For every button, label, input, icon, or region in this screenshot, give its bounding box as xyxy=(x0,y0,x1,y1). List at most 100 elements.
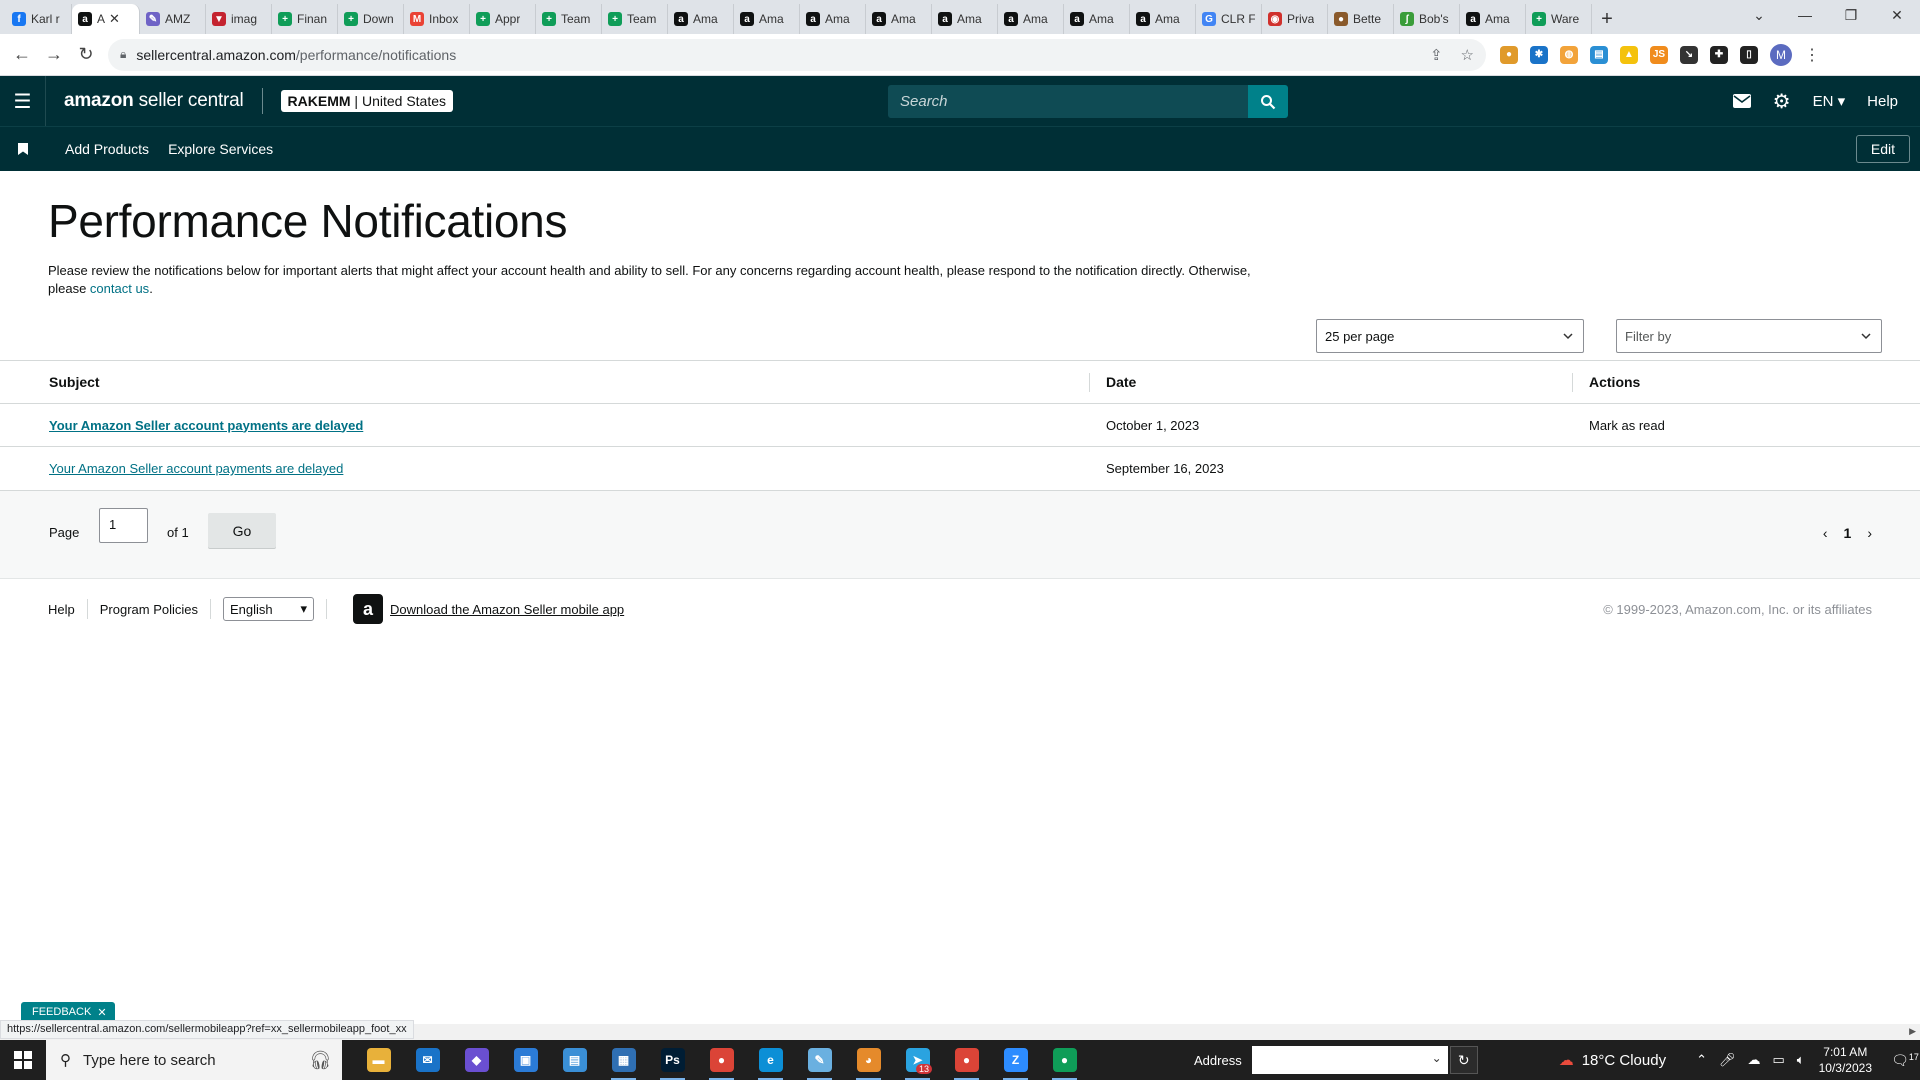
microphone-icon[interactable]: 🎤︎ xyxy=(1719,1052,1736,1068)
browser-tab[interactable]: ● Bette xyxy=(1328,4,1394,34)
mail-icon[interactable]: ✉ xyxy=(403,1040,452,1080)
help-link[interactable]: Help xyxy=(1867,93,1898,110)
bookmark-icon[interactable] xyxy=(0,143,46,155)
onedrive-cloud-icon[interactable]: ☁ xyxy=(1748,1052,1761,1068)
browser-tab[interactable]: M Inbox xyxy=(404,4,470,34)
browser-tab[interactable]: a Ama xyxy=(800,4,866,34)
forward-button[interactable]: → xyxy=(40,41,68,69)
browser-tab[interactable]: a Ama xyxy=(932,4,998,34)
browser-tab[interactable]: a A ✕ xyxy=(72,4,140,34)
extension-icon[interactable]: ▤ xyxy=(1590,45,1608,64)
url-field[interactable]: 🔒︎ sellercentral.amazon.com/performance/… xyxy=(108,38,1486,71)
refresh-icon[interactable]: ↻ xyxy=(1449,1046,1478,1074)
search-button[interactable] xyxy=(1248,85,1288,118)
language-selector[interactable]: EN ▾ xyxy=(1813,92,1846,111)
share-icon[interactable]: ⇪ xyxy=(1430,46,1443,64)
zoom-icon[interactable]: Z xyxy=(991,1040,1040,1080)
volume-icon[interactable]: 🔈︎ xyxy=(1797,1052,1805,1068)
remote-desktop-icon[interactable]: ▤ xyxy=(550,1040,599,1080)
browser-tab[interactable]: a Ama xyxy=(734,4,800,34)
profile-avatar[interactable]: M xyxy=(1770,43,1792,66)
taskbar-search-input[interactable]: ⚲ Type here to search 🎧︎ xyxy=(46,1040,342,1080)
extension-icon[interactable]: ◍ xyxy=(1560,45,1578,64)
new-tab-button[interactable]: + xyxy=(1592,4,1622,34)
language-dropdown[interactable]: English ▾ xyxy=(223,597,315,621)
sidepanel-icon[interactable]: ▯ xyxy=(1740,45,1758,64)
account-switcher[interactable]: RAKEMM | United States xyxy=(280,90,454,112)
fox-icon[interactable]: ◕ xyxy=(844,1040,893,1080)
browser-tab[interactable]: a Ama xyxy=(668,4,734,34)
close-window-button[interactable]: ✕ xyxy=(1874,0,1920,30)
file-explorer-icon[interactable]: ▬ xyxy=(354,1040,403,1080)
store-icon[interactable]: ▣ xyxy=(501,1040,550,1080)
contact-us-link[interactable]: contact us xyxy=(90,281,149,296)
page-number-input[interactable]: 1 xyxy=(99,508,148,543)
column-header-subject[interactable]: Subject xyxy=(0,361,1090,403)
extension-icon[interactable]: ✱ xyxy=(1530,45,1548,64)
tab-search-icon[interactable]: ⌄ xyxy=(1736,0,1782,30)
weather-widget[interactable]: ☁ 18°C Cloudy xyxy=(1559,1051,1666,1070)
browser-tab[interactable]: a Ama xyxy=(866,4,932,34)
browser-tab[interactable]: + Appr xyxy=(470,4,536,34)
chrome-profile-icon[interactable]: ● xyxy=(942,1040,991,1080)
browser-tab[interactable]: + Finan xyxy=(272,4,338,34)
nav-link-explore-services[interactable]: Explore Services xyxy=(168,141,273,157)
hamburger-menu-icon[interactable]: ☰ xyxy=(0,76,46,126)
photoshop-icon[interactable]: Ps xyxy=(648,1040,697,1080)
calculator-icon[interactable]: ▦ xyxy=(599,1040,648,1080)
reload-button[interactable]: ↻ xyxy=(72,41,100,69)
chevron-left-icon[interactable]: ‹ xyxy=(1823,525,1828,541)
download-app-link[interactable]: Download the Amazon Seller mobile app xyxy=(390,602,624,617)
browser-tab[interactable]: G CLR F xyxy=(1196,4,1262,34)
notepad-icon[interactable]: ✎ xyxy=(795,1040,844,1080)
program-policies-link[interactable]: Program Policies xyxy=(100,599,212,619)
browser-tab[interactable]: + Team xyxy=(602,4,668,34)
browser-tab[interactable]: ʃ Bob's xyxy=(1394,4,1460,34)
star-bookmark-icon[interactable]: ☆ xyxy=(1461,46,1474,64)
close-icon[interactable]: ✕ xyxy=(97,1006,106,1019)
feedback-button[interactable]: FEEDBACK ✕ xyxy=(21,1002,115,1022)
notification-subject-link[interactable]: Your Amazon Seller account payments are … xyxy=(49,418,363,433)
minimize-button[interactable]: — xyxy=(1782,0,1828,30)
close-tab-icon[interactable]: ✕ xyxy=(109,11,120,27)
extension-icon[interactable]: ↘ xyxy=(1680,45,1698,64)
search-input[interactable]: Search xyxy=(888,85,1248,118)
browser-tab[interactable]: ✎ AMZ xyxy=(140,4,206,34)
extension-icon[interactable]: ▲ xyxy=(1620,45,1638,64)
settings-gear-icon[interactable]: ⚙ xyxy=(1773,89,1791,114)
scroll-right-icon[interactable]: ▶ xyxy=(1909,1026,1916,1037)
filter-select[interactable]: Filter by xyxy=(1616,319,1882,353)
notification-center-icon[interactable]: 🗨︎ 17 xyxy=(1890,1052,1920,1069)
per-page-select[interactable]: 25 per page xyxy=(1316,319,1584,353)
current-page-number[interactable]: 1 xyxy=(1844,525,1852,541)
copilot-icon[interactable]: ◆ xyxy=(452,1040,501,1080)
nav-link-add-products[interactable]: Add Products xyxy=(65,141,149,157)
mark-as-read-link[interactable]: Mark as read xyxy=(1589,418,1665,433)
puzzle-icon[interactable]: ✚ xyxy=(1710,45,1728,64)
chrome-profile-2-icon[interactable]: ● xyxy=(1040,1040,1089,1080)
back-button[interactable]: ← xyxy=(8,41,36,69)
browser-tab[interactable]: + Team xyxy=(536,4,602,34)
browser-tab[interactable]: + Ware xyxy=(1526,4,1592,34)
extension-icon[interactable]: ● xyxy=(1500,45,1518,64)
browser-tab[interactable]: f Karl r xyxy=(6,4,72,34)
browser-tab[interactable]: a Ama xyxy=(1460,4,1526,34)
network-icon[interactable]: ▭ xyxy=(1773,1052,1785,1068)
browser-tab[interactable]: ◉ Priva xyxy=(1262,4,1328,34)
amazon-seller-central-logo[interactable]: amazon seller central xyxy=(64,90,244,112)
browser-tab[interactable]: ▼ imag xyxy=(206,4,272,34)
clock[interactable]: 7:01 AM 10/3/2023 xyxy=(1819,1044,1872,1076)
browser-tab[interactable]: a Ama xyxy=(1064,4,1130,34)
browser-tab[interactable]: a Ama xyxy=(1130,4,1196,34)
telegram-icon[interactable]: ➤ 13 xyxy=(893,1040,942,1080)
chevron-down-icon[interactable]: ⌄ xyxy=(1432,1051,1442,1065)
go-button[interactable]: Go xyxy=(208,513,276,548)
edit-bookmarks-button[interactable]: Edit xyxy=(1855,135,1910,163)
restore-button[interactable]: ❐ xyxy=(1828,0,1874,30)
browser-tab[interactable]: a Ama xyxy=(998,4,1064,34)
address-input[interactable]: ⌄ xyxy=(1251,1046,1448,1074)
footer-help-link[interactable]: Help xyxy=(48,599,88,619)
kebab-menu-icon[interactable]: ⋮ xyxy=(1804,45,1820,65)
notification-subject-link[interactable]: Your Amazon Seller account payments are … xyxy=(49,461,343,476)
chevron-right-icon[interactable]: › xyxy=(1867,525,1872,541)
